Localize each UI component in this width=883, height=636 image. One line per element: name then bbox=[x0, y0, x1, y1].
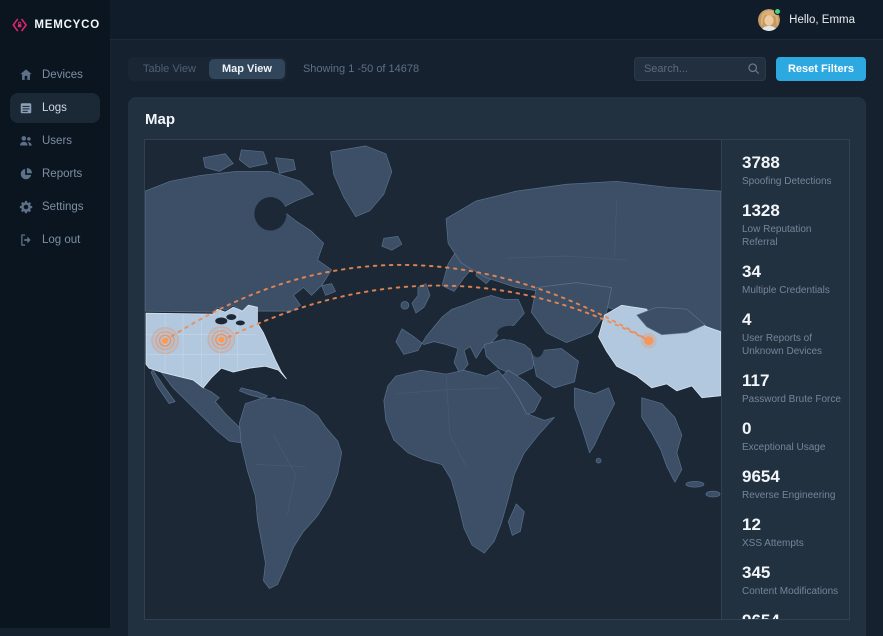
table-view-tab[interactable]: Table View bbox=[130, 59, 209, 79]
stat-label: Reverse Engineering bbox=[742, 489, 841, 502]
stat-item: 1328 Low Reputation Referral bbox=[742, 201, 841, 249]
sidebar-item-logs[interactable]: Logs bbox=[10, 93, 100, 123]
sidebar-nav: Devices Logs Users Reports Settings bbox=[0, 60, 110, 255]
stat-label: Content Modifications bbox=[742, 585, 841, 598]
stat-label: Low Reputation Referral bbox=[742, 223, 841, 249]
reset-filters-button[interactable]: Reset Filters bbox=[776, 57, 866, 81]
brand-logo[interactable]: MEMCYCO bbox=[0, 0, 110, 52]
view-toggle: Table View Map View bbox=[128, 57, 287, 81]
map-card-title: Map bbox=[145, 111, 850, 128]
sidebar-item-label: Settings bbox=[42, 201, 84, 213]
map-area[interactable] bbox=[145, 140, 721, 619]
map-panel: 3788 Spoofing Detections 1328 Low Reputa… bbox=[144, 139, 850, 620]
sidebar-item-devices[interactable]: Devices bbox=[10, 60, 100, 90]
stat-label: XSS Attempts bbox=[742, 537, 841, 550]
online-status-dot bbox=[774, 8, 781, 15]
stat-value: 34 bbox=[742, 262, 841, 282]
top-header: Hello, Emma bbox=[110, 0, 883, 40]
settings-icon bbox=[19, 200, 33, 214]
stat-value: 9654 bbox=[742, 611, 841, 619]
devices-icon bbox=[19, 68, 33, 82]
attack-target-marker bbox=[641, 333, 657, 349]
search-box bbox=[634, 57, 766, 81]
stat-label: Multiple Credentials bbox=[742, 284, 841, 297]
stat-value: 12 bbox=[742, 515, 841, 535]
search-icon bbox=[747, 62, 760, 75]
stat-item: 9654 Reverse Engineering bbox=[742, 467, 841, 502]
stat-item: 12 XSS Attempts bbox=[742, 515, 841, 550]
world-map bbox=[145, 140, 721, 619]
sidebar-item-label: Log out bbox=[42, 234, 80, 246]
stat-item: 345 Content Modifications bbox=[742, 563, 841, 598]
stat-item: 9654 Reverse Engineering bbox=[742, 611, 841, 619]
toolbar: Table View Map View Showing 1 -50 of 146… bbox=[128, 56, 866, 82]
reports-icon bbox=[19, 167, 33, 181]
attack-origin-marker-west bbox=[151, 327, 179, 355]
stat-value: 0 bbox=[742, 419, 841, 439]
sidebar-item-users[interactable]: Users bbox=[10, 126, 100, 156]
logout-icon bbox=[19, 233, 33, 247]
results-count: Showing 1 -50 of 14678 bbox=[303, 63, 419, 75]
sidebar-item-reports[interactable]: Reports bbox=[10, 159, 100, 189]
user-avatar[interactable] bbox=[758, 9, 780, 31]
sidebar-item-label: Users bbox=[42, 135, 72, 147]
logs-icon bbox=[19, 101, 33, 115]
map-view-tab[interactable]: Map View bbox=[209, 59, 285, 79]
stat-item: 3788 Spoofing Detections bbox=[742, 153, 841, 188]
stats-panel: 3788 Spoofing Detections 1328 Low Reputa… bbox=[721, 140, 849, 619]
stat-item: 0 Exceptional Usage bbox=[742, 419, 841, 454]
stat-value: 345 bbox=[742, 563, 841, 583]
sidebar-item-label: Reports bbox=[42, 168, 82, 180]
stat-item: 4 User Reports of Unknown Devices bbox=[742, 310, 841, 358]
stat-label: Password Brute Force bbox=[742, 393, 841, 406]
user-greeting: Hello, Emma bbox=[789, 14, 855, 26]
stat-label: User Reports of Unknown Devices bbox=[742, 332, 841, 358]
stat-value: 1328 bbox=[742, 201, 841, 221]
main-content: Table View Map View Showing 1 -50 of 146… bbox=[110, 40, 883, 628]
stat-value: 9654 bbox=[742, 467, 841, 487]
stat-label: Spoofing Detections bbox=[742, 175, 841, 188]
brand-name: MEMCYCO bbox=[34, 19, 100, 31]
stat-value: 4 bbox=[742, 310, 841, 330]
stat-item: 34 Multiple Credentials bbox=[742, 262, 841, 297]
sidebar-item-label: Devices bbox=[42, 69, 83, 81]
map-card: Map bbox=[128, 97, 866, 636]
sidebar-item-logout[interactable]: Log out bbox=[10, 225, 100, 255]
stat-item: 117 Password Brute Force bbox=[742, 371, 841, 406]
stat-label: Exceptional Usage bbox=[742, 441, 841, 454]
sidebar-item-label: Logs bbox=[42, 102, 67, 114]
users-icon bbox=[19, 134, 33, 148]
stat-value: 3788 bbox=[742, 153, 841, 173]
attack-origin-marker-east bbox=[207, 326, 235, 354]
stat-value: 117 bbox=[742, 371, 841, 391]
memcyco-logo-icon bbox=[12, 12, 27, 38]
sidebar: MEMCYCO Devices Logs Users Reports bbox=[0, 0, 110, 628]
sidebar-item-settings[interactable]: Settings bbox=[10, 192, 100, 222]
